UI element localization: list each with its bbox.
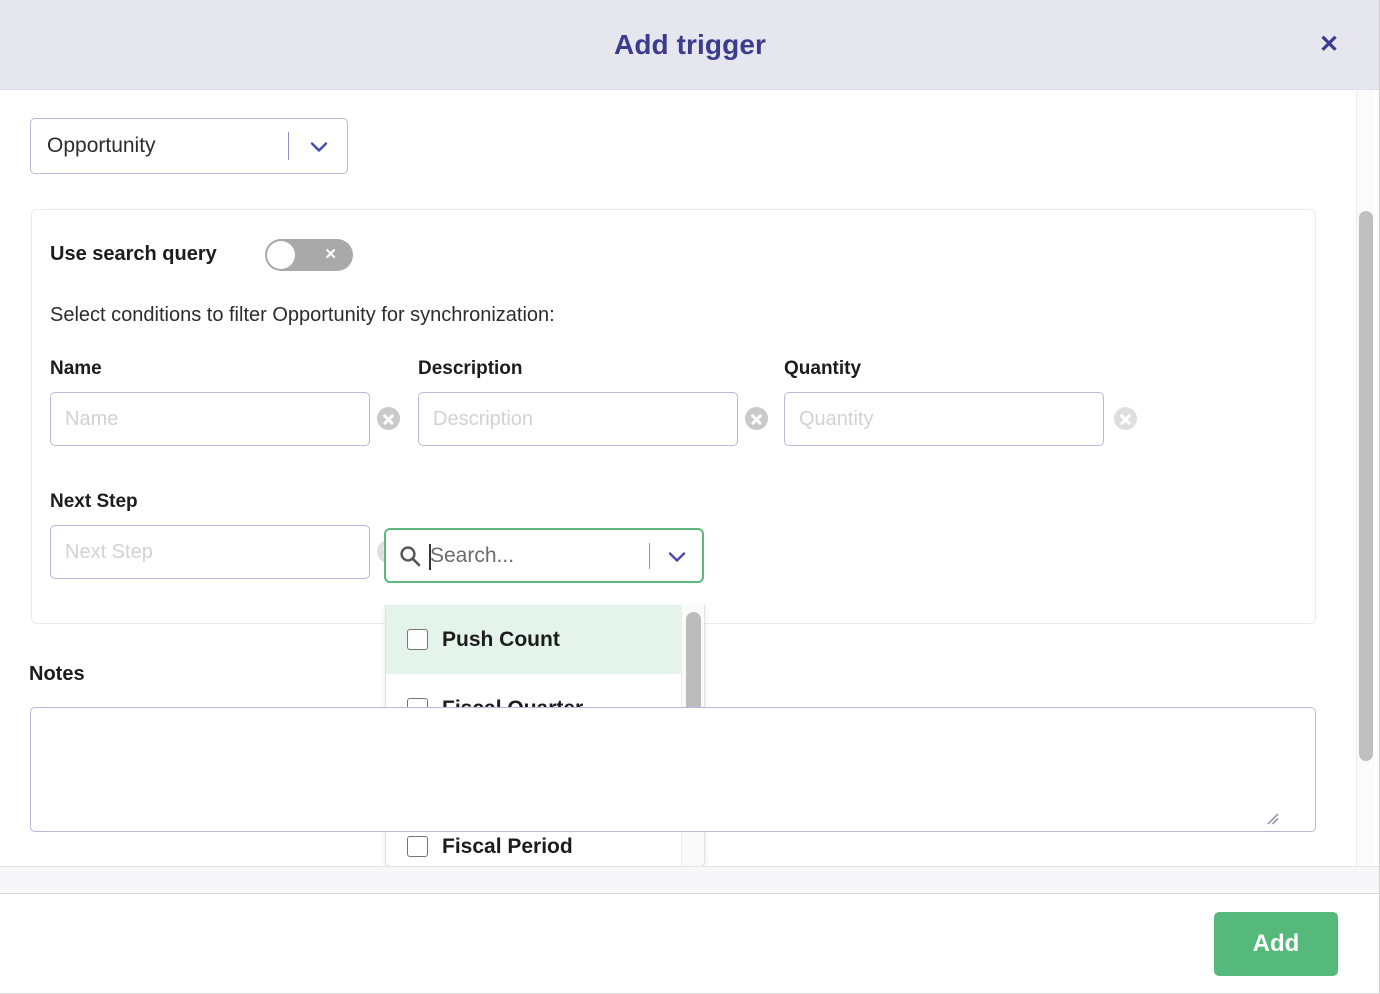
list-item-label: Push Count	[442, 628, 560, 651]
notes-textarea[interactable]	[30, 707, 1316, 832]
checkbox[interactable]	[407, 629, 428, 650]
list-item[interactable]: Push Count	[386, 605, 704, 674]
chevron-down-icon[interactable]	[667, 547, 687, 567]
field-label-description: Description	[418, 358, 523, 379]
field-search-combobox[interactable]	[384, 528, 704, 583]
use-search-query-toggle[interactable]: ✕	[265, 239, 353, 271]
notes-label: Notes	[29, 663, 85, 685]
conditions-hint-text: Select conditions to filter Opportunity …	[50, 304, 555, 326]
use-search-query-label: Use search query	[50, 243, 217, 265]
close-icon: ✕	[324, 246, 337, 263]
modal-body: Opportunity Use search query ✕ Select co…	[0, 90, 1380, 866]
close-icon[interactable]: ✕	[1314, 30, 1344, 60]
page-title: Add trigger	[614, 29, 766, 60]
page-scrollbar-thumb[interactable]	[1359, 211, 1373, 761]
chevron-down-icon[interactable]	[309, 137, 329, 157]
object-type-select[interactable]: Opportunity	[30, 118, 348, 174]
clear-quantity-button[interactable]	[1114, 407, 1137, 430]
field-label-next-step: Next Step	[50, 491, 138, 512]
next-step-input[interactable]	[50, 525, 370, 579]
select-divider	[649, 543, 650, 569]
select-divider	[288, 132, 289, 160]
description-input[interactable]	[418, 392, 738, 446]
toggle-knob	[267, 241, 295, 269]
field-label-name: Name	[50, 358, 102, 379]
add-trigger-modal: Add trigger ✕ Opportunity Use search que…	[0, 0, 1380, 994]
footer-divider-strip	[0, 866, 1380, 894]
clear-description-button[interactable]	[745, 407, 768, 430]
modal-footer: Add	[0, 894, 1380, 994]
checkbox[interactable]	[407, 836, 428, 857]
modal-header: Add trigger ✕	[0, 0, 1380, 90]
add-button[interactable]: Add	[1214, 912, 1338, 976]
name-input[interactable]	[50, 392, 370, 446]
page-scrollbar[interactable]	[1356, 91, 1374, 866]
search-icon	[398, 544, 422, 568]
search-input[interactable]	[428, 531, 628, 580]
object-type-select-value: Opportunity	[47, 134, 156, 157]
clear-name-button[interactable]	[377, 407, 400, 430]
field-label-quantity: Quantity	[784, 358, 862, 379]
quantity-input[interactable]	[784, 392, 1104, 446]
modal-body-inner: Opportunity Use search query ✕ Select co…	[0, 90, 1348, 866]
